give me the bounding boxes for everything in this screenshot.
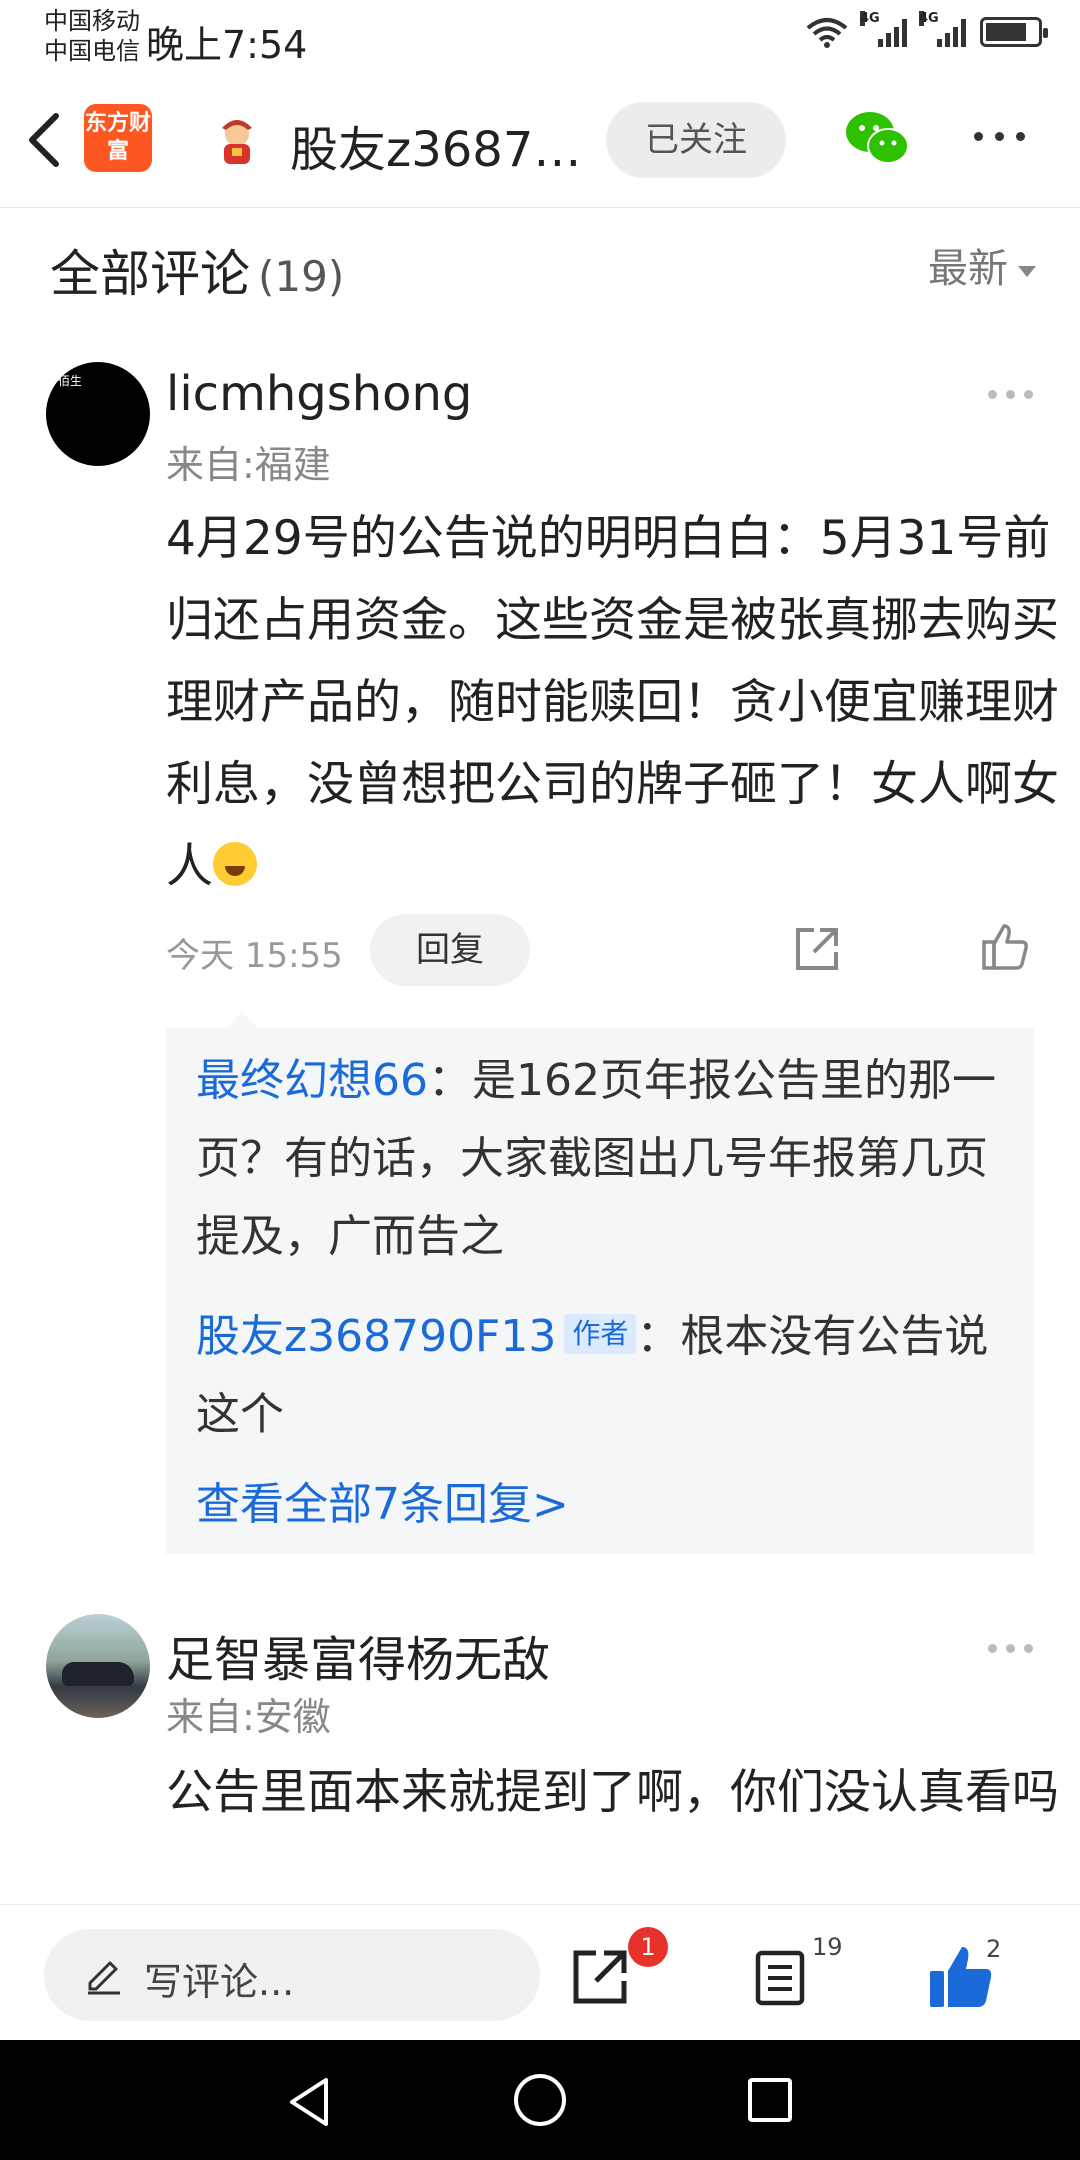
sort-label: 最新 [928, 246, 1008, 292]
signal-tag-1: 4G [860, 11, 880, 26]
laughing-emoji-icon [213, 842, 257, 886]
app-logo[interactable]: 东方财富 [84, 104, 152, 172]
comment-username[interactable]: 足智暴富得杨无敌 [166, 1620, 550, 1690]
more-menu-icon[interactable] [974, 132, 1025, 141]
car-avatar-image [62, 1662, 134, 1686]
sort-dropdown[interactable]: 最新 [928, 236, 1036, 294]
reply-button[interactable]: 回复 [370, 914, 530, 986]
system-nav-bar [0, 2040, 1080, 2160]
status-bar: 中国移动 中国电信 晚上7:54 4G 4G [0, 0, 1080, 72]
pencil-icon [88, 1961, 120, 1995]
share-icon[interactable] [792, 924, 842, 974]
view-all-replies-link[interactable]: 查看全部7条回复> [196, 1468, 569, 1532]
comments-count: (19) [258, 252, 345, 301]
comment-more-icon[interactable] [988, 1644, 1033, 1653]
wechat-icon[interactable] [844, 108, 910, 168]
reply-item[interactable]: 股友z368790F13 作者 ：根本没有公告说这个 [196, 1298, 1016, 1454]
reply-item[interactable]: 最终幻想66：是162页年报公告里的那一页？有的话，大家截图出几号年报第几页提及… [196, 1042, 1016, 1276]
like-count: 2 [986, 1935, 1002, 1963]
signal-icon-2: 4G [919, 11, 966, 47]
reply-thread: 最终幻想66：是162页年报公告里的那一页？有的话，大家截图出几号年报第几页提及… [166, 1012, 1034, 1554]
comments-list-icon[interactable] [754, 1949, 812, 2007]
mascot-avatar-icon[interactable] [210, 114, 264, 168]
carrier-info: 中国移动 中国电信 [44, 6, 140, 66]
avatar[interactable] [46, 1614, 150, 1718]
status-icons: 4G 4G [806, 11, 1048, 48]
battery-icon [980, 17, 1048, 47]
reply-username[interactable]: 股友z368790F13 [196, 1311, 556, 1362]
comment-more-icon[interactable] [988, 390, 1033, 399]
comment-text: 4月29号的公告说的明明白白：5月31号前归还占用资金。这些资金是被张真挪去购买… [166, 498, 1066, 908]
comments-heading: 全部评论 (19) [50, 234, 344, 306]
carrier-1: 中国移动 [44, 7, 140, 35]
status-time: 晚上7:54 [146, 23, 308, 67]
nav-back-icon[interactable] [286, 2076, 332, 2128]
signal-icon-1: 4G [860, 11, 907, 47]
comment-username[interactable]: licmhgshong [166, 366, 472, 422]
comment-text: 公告里面本来就提到了啊，你们没认真看吗 [166, 1765, 1059, 1820]
comment-location: 来自:安徽 [166, 1695, 331, 1739]
nav-home-icon[interactable] [514, 2074, 566, 2126]
comment-time: 今天 15:55 [166, 936, 343, 976]
reply-username[interactable]: 最终幻想66 [196, 1055, 428, 1106]
avatar[interactable]: 佰生 [46, 362, 150, 466]
comment-location: 来自:福建 [166, 443, 331, 487]
back-arrow-icon[interactable] [24, 112, 64, 168]
comment-count: 19 [812, 1933, 843, 1961]
comment-body: 4月29号的公告说的明明白白：5月31号前归还占用资金。这些资金是被张真挪去购买… [166, 511, 1059, 894]
thumbs-up-icon[interactable] [980, 922, 1030, 972]
top-header: 东方财富 股友z3687… 已关注 [0, 72, 1080, 208]
comment-placeholder: 写评论... [144, 1960, 295, 2004]
user-title: 股友z3687… [290, 122, 582, 178]
carrier-2: 中国电信 [44, 37, 140, 65]
bottom-action-bar: 写评论... 1 19 2 [0, 1904, 1080, 2040]
write-comment-input[interactable]: 写评论... [44, 1929, 540, 2021]
follow-button[interactable]: 已关注 [606, 102, 786, 178]
nav-recents-icon[interactable] [748, 2078, 792, 2122]
comments-title: 全部评论 [50, 245, 250, 303]
caret-down-icon [1018, 265, 1036, 277]
avatar-text: 佰生 [58, 374, 83, 388]
share-badge: 1 [628, 1927, 668, 1967]
signal-tag-2: 4G [919, 11, 939, 26]
share-icon[interactable] [570, 1947, 630, 2007]
author-tag: 作者 [564, 1314, 637, 1354]
thumbs-up-filled-icon[interactable] [928, 1945, 994, 2009]
wifi-icon [806, 18, 848, 48]
